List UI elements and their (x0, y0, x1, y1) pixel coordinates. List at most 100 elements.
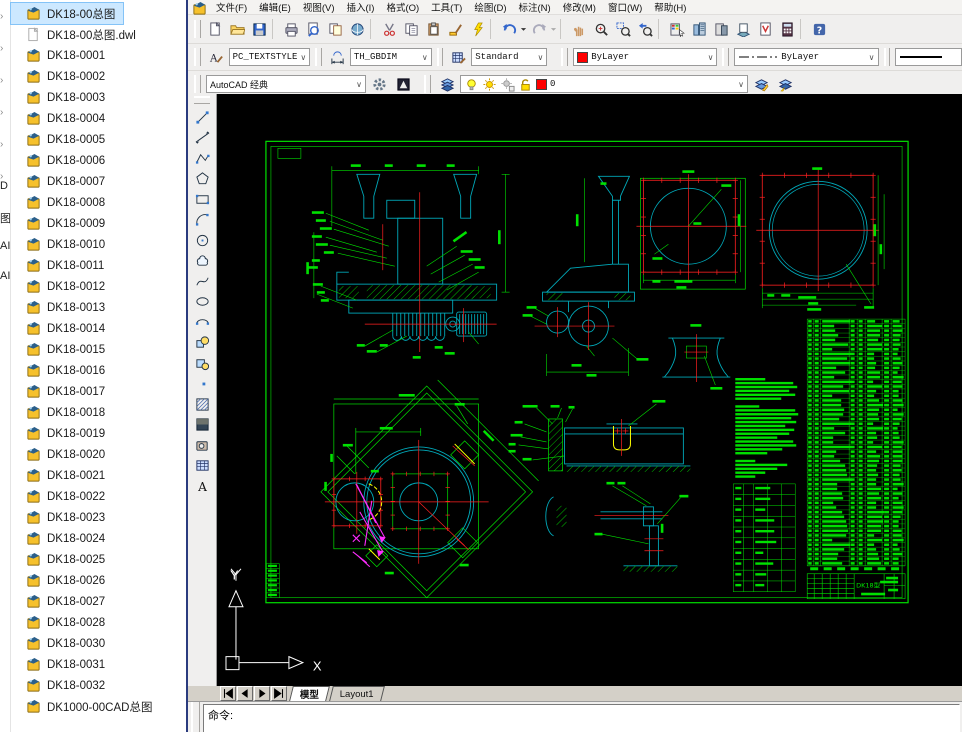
nav-next-button[interactable] (254, 686, 270, 701)
polygon-button[interactable] (190, 169, 214, 190)
designcenter-button[interactable] (688, 18, 710, 40)
ellipse-button[interactable] (190, 292, 214, 313)
table-button[interactable] (190, 456, 214, 477)
file-item[interactable]: DK18-0009 (11, 213, 186, 234)
zoom-realtime-button[interactable] (590, 18, 612, 40)
xline-button[interactable] (190, 128, 214, 149)
gradient-button[interactable] (190, 415, 214, 436)
file-item[interactable]: DK18-00总图.dwl (11, 24, 186, 45)
tree-item-fragment[interactable]: D (0, 180, 10, 192)
properties-button[interactable] (666, 18, 688, 40)
nav-last-button[interactable] (271, 686, 287, 701)
dropdown-arrow-icon[interactable] (550, 18, 558, 40)
gear-button[interactable] (368, 73, 390, 95)
tree-item-fragment[interactable]: AI (0, 270, 10, 282)
menu-item[interactable]: 工具(T) (425, 0, 468, 15)
file-item[interactable]: DK18-0013 (11, 297, 186, 318)
file-item[interactable]: DK18-0006 (11, 150, 186, 171)
toolbar-grip[interactable] (315, 48, 322, 66)
file-item[interactable]: DK18-0001 (11, 45, 186, 66)
text-style-combo[interactable]: PC_TEXTSTYLE∨ (229, 48, 311, 66)
file-item[interactable]: DK18-0003 (11, 87, 186, 108)
file-item[interactable]: DK18-0019 (11, 423, 186, 444)
file-item[interactable]: DK18-0002 (11, 66, 186, 87)
menu-item[interactable]: 插入(I) (340, 0, 380, 15)
tree-chevron-icon[interactable]: › (0, 76, 10, 86)
arc-button[interactable] (190, 210, 214, 231)
toolbar-grip[interactable] (194, 75, 201, 93)
layer-vp-freeze-icon[interactable] (500, 77, 515, 92)
blockedit-button[interactable] (466, 18, 488, 40)
layer-thaw-icon[interactable] (482, 77, 497, 92)
help-button[interactable]: ? (808, 18, 830, 40)
revcloud-button[interactable] (190, 251, 214, 272)
menu-item[interactable]: 绘图(D) (468, 0, 512, 15)
file-item[interactable]: DK18-0007 (11, 171, 186, 192)
menu-item[interactable]: 标注(N) (513, 0, 557, 15)
insert-block-button[interactable] (190, 333, 214, 354)
tab-layout1[interactable]: Layout1 (329, 686, 385, 701)
pan-button[interactable] (568, 18, 590, 40)
circle-button[interactable] (190, 230, 214, 251)
toolbar-grip[interactable] (194, 96, 210, 104)
file-item[interactable]: DK18-0032 (11, 675, 186, 696)
toolbar-grip[interactable] (561, 48, 568, 66)
menu-item[interactable]: 帮助(H) (648, 0, 692, 15)
make-block-button[interactable] (190, 353, 214, 374)
view3d-button[interactable] (346, 18, 368, 40)
file-item[interactable]: DK18-0024 (11, 528, 186, 549)
menu-item[interactable]: 窗口(W) (602, 0, 648, 15)
tree-item-fragment[interactable]: 图 (0, 210, 10, 226)
tree-chevron-icon[interactable]: › (0, 108, 10, 118)
layer-unlock-icon[interactable] (518, 77, 533, 92)
menu-item[interactable]: 格式(O) (380, 0, 425, 15)
file-item[interactable]: DK18-0004 (11, 108, 186, 129)
file-item[interactable]: DK18-0020 (11, 444, 186, 465)
lineweight-control-combo[interactable] (895, 48, 962, 66)
file-item[interactable]: DK18-0025 (11, 549, 186, 570)
file-item[interactable]: DK18-0026 (11, 570, 186, 591)
tab-model[interactable]: 模型 (289, 686, 330, 701)
menu-item[interactable]: 文件(F) (210, 0, 253, 15)
file-item[interactable]: DK18-0028 (11, 612, 186, 633)
copy-button[interactable] (400, 18, 422, 40)
nav-prev-button[interactable] (237, 686, 253, 701)
rectangle-button[interactable] (190, 189, 214, 210)
open-button[interactable] (226, 18, 248, 40)
table-style-combo[interactable]: Standard∨ (471, 48, 547, 66)
new-button[interactable] (204, 18, 226, 40)
toolbar-grip[interactable] (194, 48, 201, 66)
layer-control-combo[interactable]: 0 ∨ (460, 75, 748, 93)
file-item[interactable]: DK18-0011 (11, 255, 186, 276)
nav-first-button[interactable] (220, 686, 236, 701)
file-item[interactable]: DK18-0018 (11, 402, 186, 423)
layer-on-icon[interactable] (464, 77, 479, 92)
table-style-button[interactable] (448, 46, 469, 68)
quickcalc-button[interactable] (776, 18, 798, 40)
file-item[interactable]: DK18-0005 (11, 129, 186, 150)
tree-chevron-icon[interactable]: › (0, 12, 10, 22)
dropdown-arrow-icon[interactable] (520, 18, 528, 40)
file-item[interactable]: DK18-0015 (11, 339, 186, 360)
cut-button[interactable] (378, 18, 400, 40)
point-button[interactable] (190, 374, 214, 395)
paste-button[interactable] (422, 18, 444, 40)
menu-item[interactable]: 修改(M) (557, 0, 602, 15)
file-item[interactable]: DK18-0014 (11, 318, 186, 339)
toolbar-grip[interactable] (437, 48, 444, 66)
command-input[interactable]: 命令: (203, 704, 960, 732)
model-canvas[interactable]: DK18型 X Y (217, 94, 962, 686)
menu-item[interactable]: 视图(V) (297, 0, 341, 15)
file-item[interactable]: DK18-0031 (11, 654, 186, 675)
toolbar-grip[interactable] (424, 75, 431, 93)
file-item[interactable]: DK18-0021 (11, 465, 186, 486)
color-control-combo[interactable]: ByLayer∨ (573, 48, 717, 66)
pline-button[interactable] (190, 148, 214, 169)
file-item[interactable]: DK18-0030 (11, 633, 186, 654)
publish-button[interactable] (324, 18, 346, 40)
spline-button[interactable] (190, 271, 214, 292)
plot-button[interactable] (280, 18, 302, 40)
matchprop-button[interactable] (444, 18, 466, 40)
dim-style-combo[interactable]: TH_GBDIM∨ (350, 48, 432, 66)
ellipse-arc-button[interactable] (190, 312, 214, 333)
